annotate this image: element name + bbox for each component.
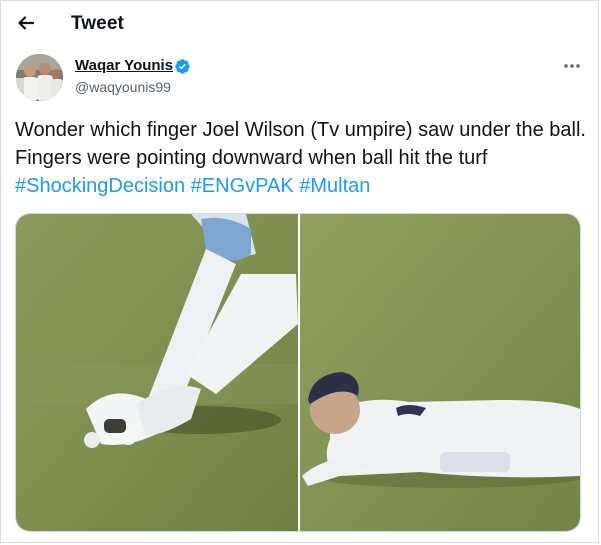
hashtag-link[interactable]: #ShockingDecision [15,175,185,197]
more-options-button[interactable] [560,55,584,77]
author-handle[interactable]: @waqyounis99 [75,79,171,95]
tweet-text-body: Wonder which finger Joel Wilson (Tv umpi… [15,119,586,169]
more-options-icon [564,64,580,68]
verified-badge-icon [175,59,190,74]
hashtag-link[interactable]: #ENGvPAK [191,175,294,197]
author-avatar[interactable] [16,54,63,101]
tweet-media-grid [15,213,581,532]
avatar-photo [16,54,63,101]
tweet-header: Tweet [0,0,599,50]
arrow-left-icon [18,16,35,30]
back-button[interactable] [12,9,40,37]
hashtag-link[interactable]: #Multan [299,175,370,197]
photo-diving-fielder [300,214,580,531]
media-photo-keeper[interactable] [16,214,298,531]
media-photo-fielder[interactable] [300,214,580,531]
tweet-text: Wonder which finger Joel Wilson (Tv umpi… [15,116,590,200]
author-name[interactable]: Waqar Younis [75,57,173,74]
photo-keeper-gloves [16,214,298,531]
page-title: Tweet [71,13,124,34]
